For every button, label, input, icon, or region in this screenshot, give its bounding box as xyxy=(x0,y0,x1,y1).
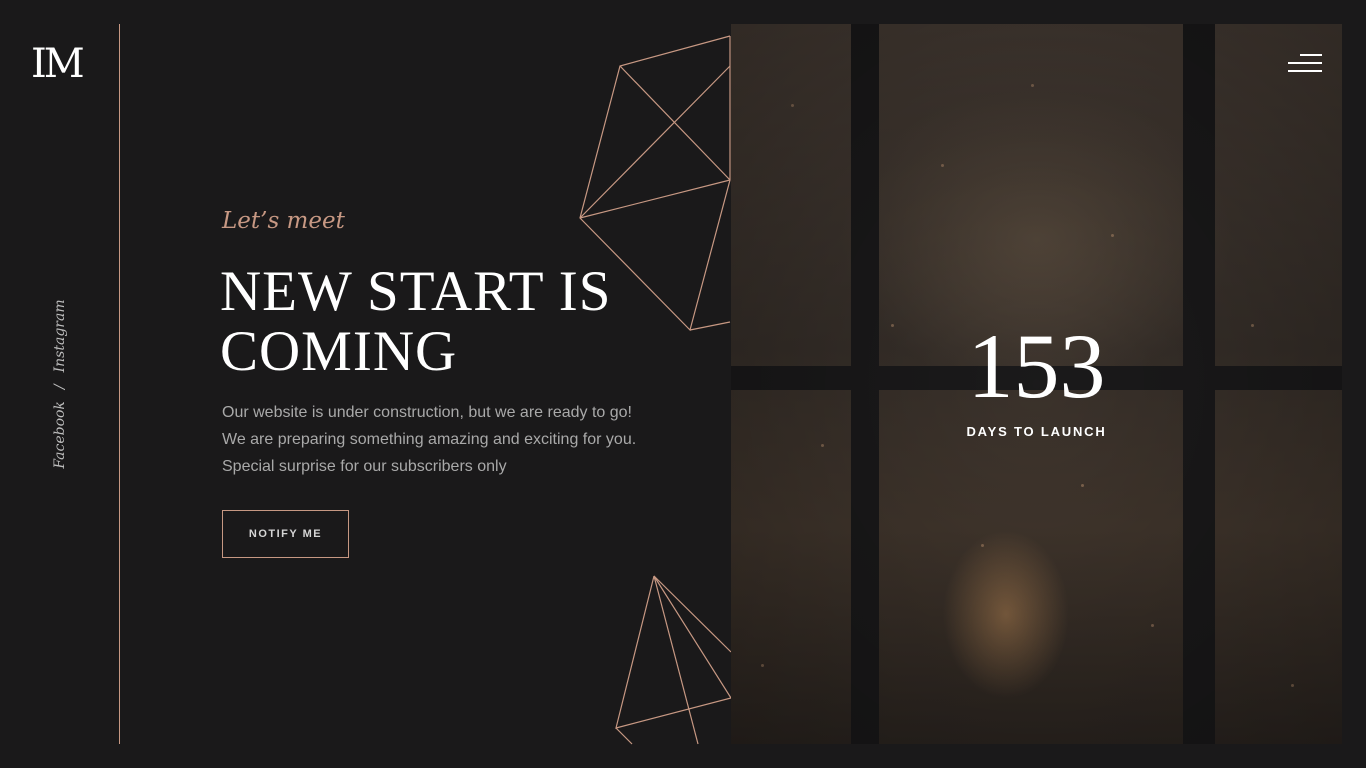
logo[interactable]: IM xyxy=(31,44,85,84)
hero-description: Our website is under construction, but w… xyxy=(222,404,637,475)
instagram-link[interactable]: Instagram xyxy=(52,299,68,372)
countdown-value: 153 xyxy=(967,315,1106,417)
sidebar-divider xyxy=(119,24,120,744)
facebook-link[interactable]: Facebook xyxy=(52,401,68,469)
countdown-label: DAYS TO LAUNCH xyxy=(966,424,1107,439)
social-separator: / xyxy=(52,384,68,390)
social-links: Facebook / Instagram xyxy=(52,299,68,468)
headline-line-2: COMING xyxy=(220,320,458,383)
geometric-decoration-bottom xyxy=(615,575,732,745)
headline-line-1: NEW START IS xyxy=(220,260,612,323)
menu-bar xyxy=(1300,54,1322,56)
background-photo: 153 DAYS TO LAUNCH xyxy=(731,24,1342,744)
hero-headline: NEW START IS COMING xyxy=(220,262,611,382)
hamburger-menu-icon[interactable] xyxy=(1286,52,1322,78)
hero-eyebrow: Let’s meet xyxy=(222,208,345,234)
menu-bar xyxy=(1288,70,1322,72)
notify-me-button[interactable]: NOTIFY ME xyxy=(222,510,349,558)
menu-bar xyxy=(1288,62,1322,64)
